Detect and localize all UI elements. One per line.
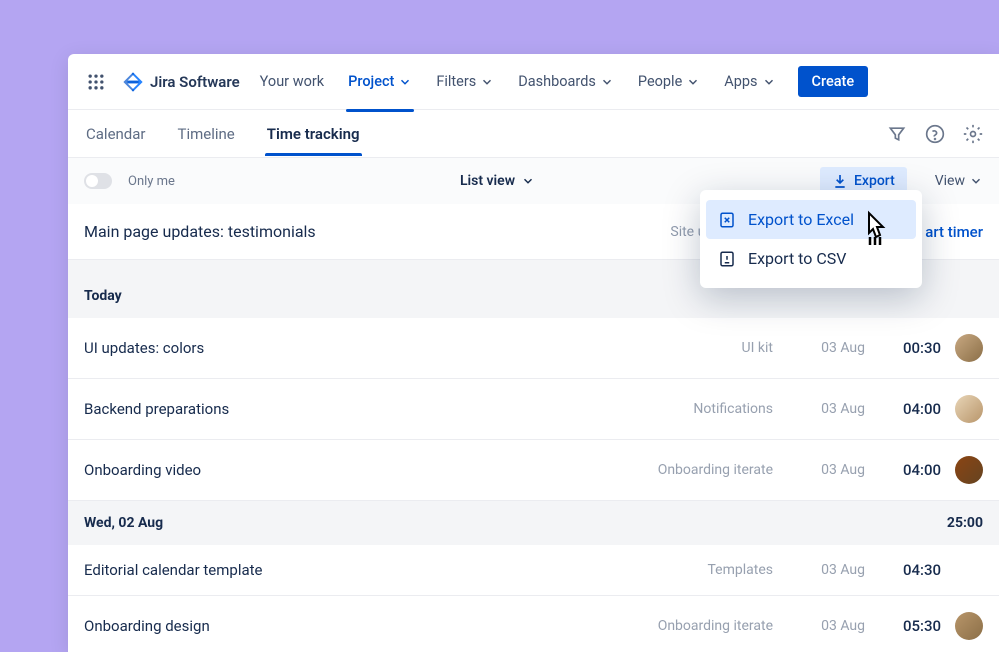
entry-title: Editorial calendar template (84, 561, 263, 579)
section-label: Wed, 02 Aug (84, 515, 163, 531)
nav-filters[interactable]: Filters (426, 67, 504, 96)
entry-date: 03 Aug (773, 340, 865, 356)
entry-category: Notifications (693, 401, 773, 417)
chevron-down-icon (398, 75, 412, 89)
entry-date: 03 Aug (773, 562, 865, 578)
excel-icon (718, 211, 736, 229)
entry-category: Templates (708, 562, 774, 578)
create-button[interactable]: Create (798, 66, 869, 97)
help-icon[interactable] (925, 124, 945, 144)
csv-icon (718, 250, 736, 268)
view-selector[interactable]: View (935, 173, 983, 189)
app-switcher-icon[interactable] (80, 66, 112, 98)
nav-your-work[interactable]: Your work (250, 67, 334, 96)
current-task-title: Main page updates: testimonials (84, 222, 316, 241)
time-entry-row[interactable]: UI updates: colors UI kit03 Aug00:30 (68, 318, 999, 379)
user-avatar[interactable] (955, 395, 983, 423)
time-entry-row[interactable]: Backend preparations Notifications03 Aug0… (68, 379, 999, 440)
entry-title: Onboarding design (84, 617, 210, 635)
chevron-down-icon (762, 75, 776, 89)
entry-title: UI updates: colors (84, 339, 204, 357)
chevron-down-icon (969, 174, 983, 188)
brand-logo[interactable]: Jira Software (116, 71, 246, 93)
nav-apps[interactable]: Apps (714, 67, 785, 96)
start-timer-link[interactable]: art timer (925, 223, 983, 241)
user-avatar[interactable] (955, 456, 983, 484)
chevron-down-icon (686, 75, 700, 89)
nav-project[interactable]: Project (338, 67, 422, 96)
brand-text: Jira Software (150, 73, 240, 91)
jira-icon (122, 71, 144, 93)
time-entry-row[interactable]: Onboarding design Onboarding iterate03 Au… (68, 596, 999, 652)
download-icon (832, 173, 848, 189)
entry-title: Backend preparations (84, 400, 229, 418)
entry-duration: 04:00 (865, 400, 941, 418)
export-csv-option[interactable]: Export to CSV (706, 239, 916, 278)
entry-title: Onboarding video (84, 461, 201, 479)
settings-icon[interactable] (963, 124, 983, 144)
entry-date: 03 Aug (773, 462, 865, 478)
entry-duration: 05:30 (865, 617, 941, 635)
sub-tabs: Calendar Timeline Time tracking (68, 110, 999, 158)
entry-duration: 00:30 (865, 339, 941, 357)
user-avatar[interactable] (955, 334, 983, 362)
section-header: Wed, 02 Aug 25:00 (68, 501, 999, 545)
time-entry-row[interactable]: Onboarding video Onboarding iterate03 Aug… (68, 440, 999, 501)
time-entry-row[interactable]: Editorial calendar template Templates03 A… (68, 545, 999, 596)
chevron-down-icon (600, 75, 614, 89)
entry-duration: 04:00 (865, 461, 941, 479)
app-window: Jira Software Your work Project Filters … (68, 54, 999, 652)
tab-timeline[interactable]: Timeline (176, 113, 237, 155)
tab-calendar[interactable]: Calendar (84, 113, 148, 155)
list-view-selector[interactable]: List view (460, 173, 535, 189)
tab-time-tracking[interactable]: Time tracking (265, 113, 362, 155)
entry-category: Onboarding iterate (658, 618, 773, 634)
chevron-down-icon (480, 75, 494, 89)
user-avatar[interactable] (955, 612, 983, 640)
entry-date: 03 Aug (773, 401, 865, 417)
export-excel-option[interactable]: Export to Excel (706, 200, 916, 239)
nav-dashboards[interactable]: Dashboards (508, 67, 624, 96)
only-me-toggle[interactable] (84, 173, 112, 189)
only-me-label: Only me (128, 174, 175, 189)
export-dropdown: Export to Excel Export to CSV (700, 190, 922, 288)
filter-icon[interactable] (887, 124, 907, 144)
section-label: Today (84, 288, 122, 304)
top-nav: Jira Software Your work Project Filters … (68, 54, 999, 110)
entry-category: UI kit (742, 340, 773, 356)
entry-date: 03 Aug (773, 618, 865, 634)
entry-duration: 04:30 (865, 561, 941, 579)
nav-people[interactable]: People (628, 67, 710, 96)
entry-category: Onboarding iterate (658, 462, 773, 478)
section-total: 25:00 (947, 515, 983, 531)
chevron-down-icon (521, 174, 535, 188)
